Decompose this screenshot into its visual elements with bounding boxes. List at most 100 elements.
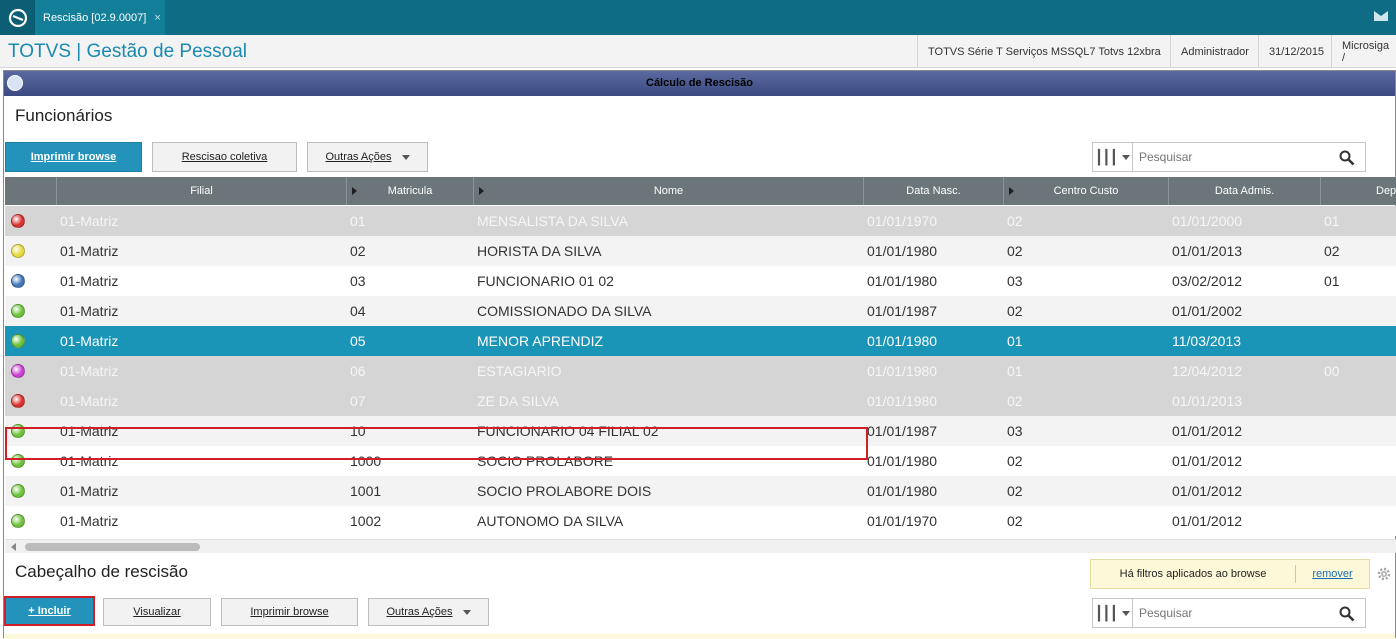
cell-matricula: 1002: [350, 513, 382, 529]
filter-notice-text: Há filtros aplicados ao browse: [1119, 568, 1267, 580]
status-indicator-icon: [11, 484, 25, 498]
cell-cc: 02: [1007, 513, 1023, 529]
top-tab-bar: Rescisão [02.9.0007] ×: [0, 0, 1396, 35]
remove-filter-link[interactable]: remover: [1295, 565, 1369, 583]
sort-arrow-icon: [352, 187, 357, 195]
chevron-down-icon: [1122, 154, 1131, 160]
table-row[interactable]: 01-Matriz 1001 SOCIO PROLABORE DOIS 01/01/1…: [5, 476, 1396, 506]
user-info: Administrador: [1170, 35, 1259, 68]
cell-admis: 03/02/2012: [1172, 273, 1243, 289]
sort-arrow-icon: [479, 187, 484, 195]
status-column-header[interactable]: [5, 177, 57, 205]
column-selector-button[interactable]: ┃┃┃: [1093, 599, 1133, 627]
totvs-logo-icon[interactable]: [0, 0, 35, 35]
cell-dep: 02: [1324, 243, 1340, 259]
more-actions-label: Outras Ações: [386, 606, 453, 618]
add-button[interactable]: + Incluir: [4, 596, 95, 626]
cell-filial: 01-Matriz: [60, 423, 119, 439]
cell-cc: 01: [1007, 363, 1023, 379]
print-browse-button-bottom[interactable]: Imprimir browse: [221, 598, 358, 626]
more-actions-label: Outras Ações: [325, 151, 392, 163]
table-row[interactable]: 01-Matriz 04 COMISSIONADO DA SILVA 01/01/19…: [5, 296, 1396, 326]
filter-notice: Há filtros aplicados ao browse remover: [1090, 559, 1370, 589]
search-icon[interactable]: [1339, 606, 1355, 622]
table-row[interactable]: 01-Matriz 07 ZE DA SILVA 01/01/1980 02 01/01/…: [5, 386, 1396, 416]
scrollbar-thumb[interactable]: [25, 543, 200, 551]
more-actions-button-bottom[interactable]: Outras Ações: [368, 598, 489, 626]
cell-filial: 01-Matriz: [60, 453, 119, 469]
cell-nome: FUNCIONARIO 01 02: [477, 273, 614, 289]
sort-arrow-icon: [1009, 187, 1014, 195]
view-button[interactable]: Visualizar: [103, 598, 211, 626]
cell-nome: AUTONOMO DA SILVA: [477, 513, 624, 529]
table-row[interactable]: 01-Matriz 03 FUNCIONARIO 01 02 01/01/1980 03…: [5, 266, 1396, 296]
cell-matricula: 04: [350, 303, 366, 319]
cell-cc: 02: [1007, 243, 1023, 259]
cell-cc: 02: [1007, 453, 1023, 469]
column-header-centro-custo[interactable]: Centro Custo: [1004, 177, 1169, 205]
cell-matricula: 1001: [350, 483, 382, 499]
cabecalho-title: Cabeçalho de rescisão: [15, 562, 188, 581]
columns-icon: ┃┃┃: [1094, 604, 1118, 621]
close-icon[interactable]: ×: [154, 12, 160, 24]
scroll-left-icon[interactable]: [11, 543, 16, 551]
column-header-dep-ir[interactable]: Dep. I.R.: [1321, 177, 1396, 205]
cell-matricula: 10: [350, 423, 366, 439]
company-info: Microsiga /: [1331, 35, 1396, 68]
search-icon[interactable]: [1339, 150, 1355, 166]
column-header-matricula[interactable]: Matricula: [347, 177, 474, 205]
grid-header: Filial Matricula Nome Data Nasc. Centro …: [5, 177, 1396, 205]
cell-dep: 01: [1324, 273, 1340, 289]
table-row[interactable]: 01-Matriz 05 MENOR APRENDIZ 01/01/1980 01 11/…: [5, 326, 1396, 356]
employees-grid: Filial Matricula Nome Data Nasc. Centro …: [5, 177, 1396, 539]
print-browse-button[interactable]: Imprimir browse: [5, 142, 142, 172]
horizontal-scrollbar[interactable]: [5, 539, 1396, 553]
table-row[interactable]: 01-Matriz 10 FUNCIONARIO 04 FILIAL 02 01/01…: [5, 416, 1396, 446]
tab-rescisao[interactable]: Rescisão [02.9.0007] ×: [35, 0, 165, 35]
cell-admis: 01/01/2012: [1172, 423, 1243, 439]
cell-nasc: 01/01/1980: [867, 273, 938, 289]
table-row[interactable]: 01-Matriz 06 ESTAGIARIO 01/01/1980 01 12/04/2…: [5, 356, 1396, 386]
cell-matricula: 01: [350, 213, 366, 229]
cell-filial: 01-Matriz: [60, 393, 119, 409]
cell-filial: 01-Matriz: [60, 213, 119, 229]
column-header-data-nasc[interactable]: Data Nasc.: [864, 177, 1004, 205]
cell-admis: 01/01/2013: [1172, 393, 1243, 409]
cell-matricula: 02: [350, 243, 366, 259]
cell-admis: 01/01/2002: [1172, 303, 1243, 319]
gear-icon[interactable]: [1376, 566, 1392, 582]
app-title: TOTVS | Gestão de Pessoal: [8, 41, 248, 62]
cell-admis: 01/01/2012: [1172, 483, 1243, 499]
cell-admis: 01/01/2000: [1172, 213, 1243, 229]
status-indicator-icon: [11, 274, 25, 288]
chevron-down-icon: [401, 154, 410, 160]
cell-nasc: 01/01/1980: [867, 483, 938, 499]
table-row[interactable]: 01-Matriz 1000 SOCIO PROLABORE 01/01/1980 02…: [5, 446, 1396, 476]
column-label: Matricula: [387, 185, 433, 197]
mail-icon[interactable]: [1374, 11, 1388, 21]
app-header: TOTVS | Gestão de Pessoal TOTVS Série T …: [0, 35, 1396, 68]
cell-filial: 01-Matriz: [60, 483, 119, 499]
cell-nasc: 01/01/1980: [867, 333, 938, 349]
environment-info: TOTVS Série T Serviços MSSQL7 Totvs 12xb…: [917, 35, 1171, 68]
search-input[interactable]: [1133, 606, 1333, 620]
search-input[interactable]: [1133, 150, 1333, 164]
cell-nasc: 01/01/1980: [867, 393, 938, 409]
status-indicator-icon: [11, 214, 25, 228]
table-row[interactable]: 01-Matriz 1002 AUTONOMO DA SILVA 01/01/1970…: [5, 506, 1396, 536]
cell-cc: 02: [1007, 483, 1023, 499]
status-indicator-icon: [11, 424, 25, 438]
collective-termination-button[interactable]: Rescisao coletiva: [152, 142, 297, 172]
status-indicator-icon: [11, 304, 25, 318]
column-header-filial[interactable]: Filial: [57, 177, 347, 205]
table-row[interactable]: 01-Matriz 01 MENSALISTA DA SILVA 01/01/1970…: [5, 206, 1396, 236]
column-header-data-admis[interactable]: Data Admis.: [1169, 177, 1321, 205]
chevron-down-icon: [1122, 610, 1131, 616]
column-selector-button[interactable]: ┃┃┃: [1093, 143, 1133, 171]
table-row[interactable]: 01-Matriz 02 HORISTA DA SILVA 01/01/1980 02 0…: [5, 236, 1396, 266]
column-header-nome[interactable]: Nome: [474, 177, 864, 205]
cell-cc: 01: [1007, 333, 1023, 349]
cell-cc: 02: [1007, 393, 1023, 409]
more-actions-button[interactable]: Outras Ações: [307, 142, 428, 172]
cell-matricula: 07: [350, 393, 366, 409]
